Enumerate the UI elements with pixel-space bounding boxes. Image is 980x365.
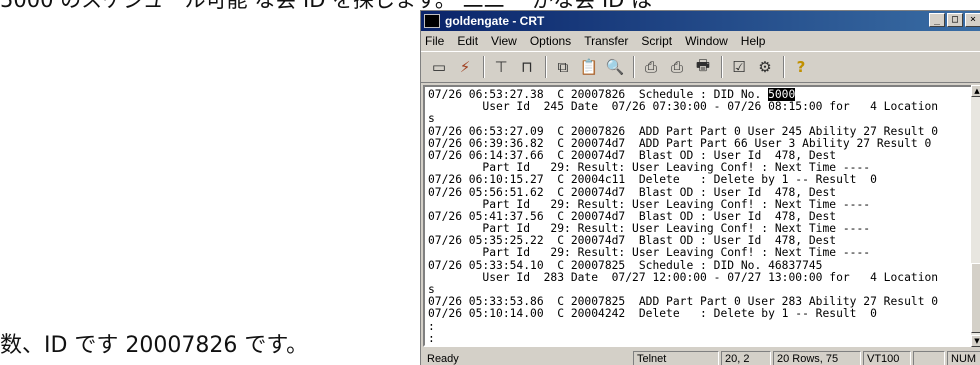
status-ready: Ready	[427, 353, 459, 365]
toolbar-separator	[633, 56, 635, 78]
keymap-icon[interactable]: ⚙	[753, 55, 777, 79]
status-bar: Ready Telnet 20, 2 20 Rows, 75 Cols VT10…	[421, 349, 980, 365]
print-icon[interactable]: ⎙	[639, 55, 663, 79]
status-empty-pane	[913, 351, 945, 365]
window-title: goldengate - CRT	[445, 14, 545, 28]
terminal-line: User Id 283 Date 07/27 12:00:00 - 07/27 …	[428, 270, 939, 284]
toolbar-separator	[721, 56, 723, 78]
terminal-line: 07/26 05:10:14.00 C 20004242 Delete : De…	[428, 307, 877, 321]
minimize-button[interactable]: _	[929, 13, 945, 27]
crt-window: goldengate - CRT _ □ × File Edit View Op…	[420, 10, 980, 365]
terminal-line: 07/26 06:10:15.27 C 20004c11 Delete : De…	[428, 173, 877, 187]
menu-window[interactable]: Window	[685, 34, 728, 48]
reconnect-icon[interactable]: ⊓	[515, 55, 539, 79]
scrollbar-thumb[interactable]	[971, 263, 980, 333]
status-connection-type: Telnet	[633, 351, 719, 365]
terminal-app-icon	[424, 14, 440, 28]
toolbar: ▭ ⚡ ⊤ ⊓ ⧉ 📋 🔍 ⎙ ⎙ 🖶 ☑ ⚙ ?	[421, 51, 980, 83]
terminal-line: User Id 245 Date 07/26 07:30:00 - 07/26 …	[428, 100, 939, 114]
copy-icon[interactable]: ⧉	[551, 55, 575, 79]
disconnect-icon[interactable]: ⊤	[489, 55, 513, 79]
terminal-line: 07/26 05:56:51.62 C 200074d7 Blast OD : …	[428, 185, 837, 199]
menu-file[interactable]: File	[425, 34, 444, 48]
vertical-scrollbar[interactable]: ▲ ▼	[971, 85, 980, 347]
close-button[interactable]: ×	[965, 13, 980, 27]
quick-connect-icon[interactable]: ⚡	[453, 55, 477, 79]
terminal-line: :	[428, 331, 435, 345]
terminal-lines: 07/26 06:53:27.38 C 20007826 Schedule : …	[428, 88, 939, 345]
scroll-up-icon[interactable]: ▲	[971, 85, 980, 97]
selected-text[interactable]: 5000	[768, 88, 796, 101]
status-screen-size: 20 Rows, 75 Cols	[773, 351, 861, 365]
maximize-button[interactable]: □	[947, 13, 963, 27]
status-emulation: VT100	[863, 351, 911, 365]
background-caption-bottom: 数、ID です 20007826 です。	[0, 333, 309, 358]
menu-help[interactable]: Help	[741, 34, 766, 48]
toolbar-separator	[545, 56, 547, 78]
menu-options[interactable]: Options	[530, 34, 571, 48]
print-screen-icon[interactable]: 🖶	[691, 55, 715, 79]
print-selection-icon[interactable]: ⎙	[665, 55, 689, 79]
terminal-screen[interactable]: 07/26 06:53:27.38 C 20007826 Schedule : …	[423, 85, 975, 347]
status-cursor-position: 20, 2	[721, 351, 771, 365]
menu-edit[interactable]: Edit	[457, 34, 478, 48]
menu-bar: File Edit View Options Transfer Script W…	[421, 31, 980, 50]
toolbar-separator	[483, 56, 485, 78]
terminal-line: 07/26 05:33:54.10 C 20007825 Schedule : …	[428, 258, 823, 272]
find-icon[interactable]: 🔍	[603, 55, 627, 79]
status-numlock: NUM	[947, 351, 980, 365]
menu-view[interactable]: View	[491, 34, 517, 48]
paste-icon[interactable]: 📋	[577, 55, 601, 79]
scroll-down-icon[interactable]: ▼	[971, 335, 980, 347]
menu-script[interactable]: Script	[641, 34, 672, 48]
help-icon[interactable]: ?	[789, 55, 813, 79]
session-options-icon[interactable]: ☑	[727, 55, 751, 79]
connect-icon[interactable]: ▭	[427, 55, 451, 79]
terminal-line: 07/26 06:53:27.09 C 20007826 ADD Part Pa…	[428, 124, 939, 138]
toolbar-separator	[783, 56, 785, 78]
terminal-line: :	[428, 319, 435, 333]
terminal-line: Part Id 29: Result: User Leaving Conf! :…	[428, 246, 871, 260]
menu-transfer[interactable]: Transfer	[584, 34, 628, 48]
terminal-line: s	[428, 112, 435, 126]
title-bar[interactable]: goldengate - CRT _ □ ×	[421, 11, 980, 31]
